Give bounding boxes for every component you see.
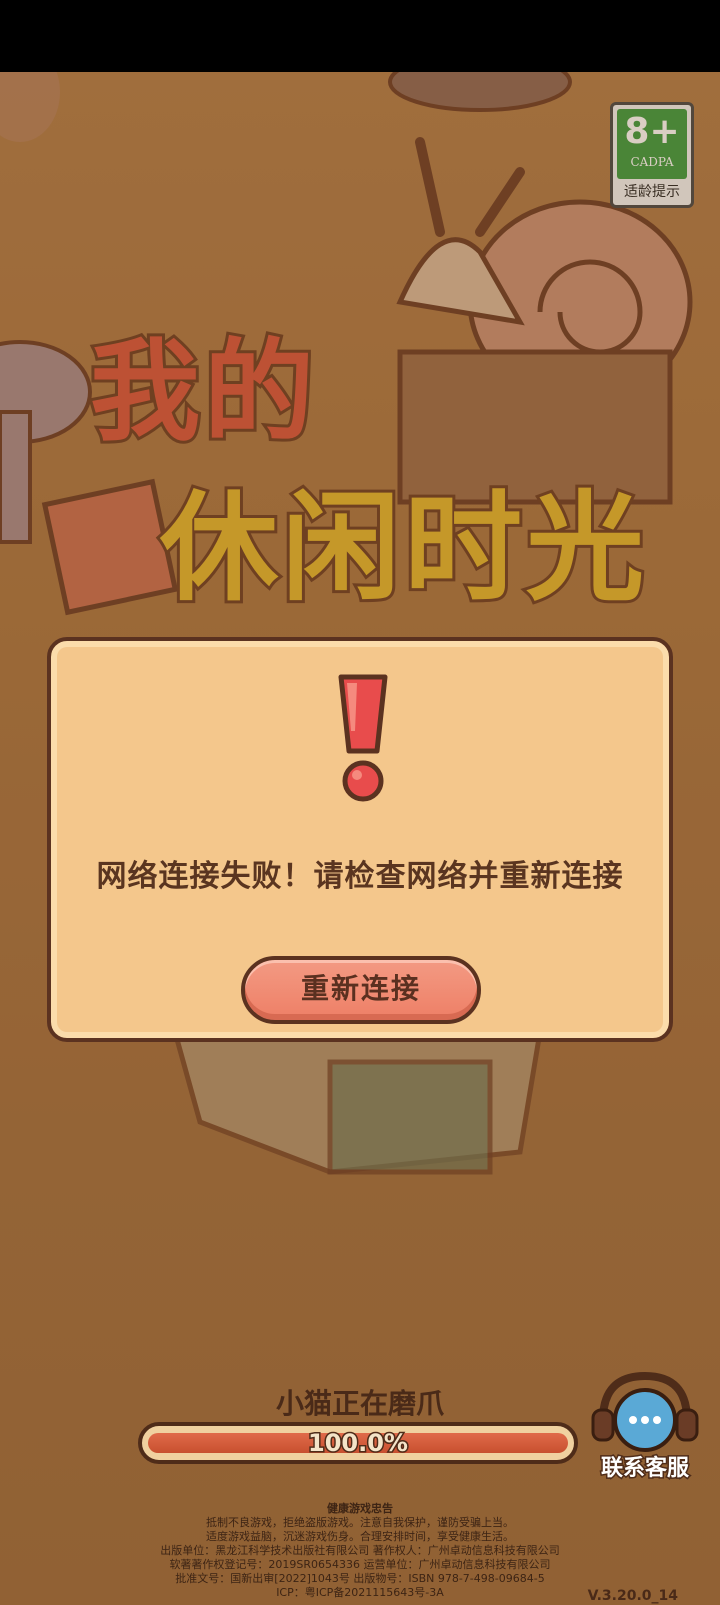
progress-text: 100.0% [307, 1428, 410, 1459]
footer-line: 批准文号：国新出审[2022]1043号 出版物号：ISBN 978-7-498… [175, 1572, 545, 1585]
contact-support-button[interactable]: 联系客服 [585, 1368, 705, 1488]
progress-bar: 100.0% [138, 1422, 578, 1464]
headset-chat-icon [591, 1371, 699, 1452]
reconnect-button[interactable]: 重新连接 [241, 956, 481, 1024]
game-screen: 我的 休闲时光 8+ CADPA 适龄提示 网络连接失败！请检查网络并重新连接 … [0, 72, 720, 1605]
footer-line: 软著著作权登记号：2019SR0654336 运营单位：广州卓动信息科技有限公司 [169, 1558, 551, 1571]
footer-line: 抵制不良游戏，拒绝盗版游戏。注意自我保护，谨防受骗上当。 [206, 1516, 514, 1529]
network-error-dialog: 网络连接失败！请检查网络并重新连接 重新连接 [47, 637, 673, 1042]
contact-support-label: 联系客服 [599, 1455, 690, 1483]
error-message: 网络连接失败！请检查网络并重新连接 [96, 859, 624, 894]
health-notice-heading: 健康游戏忠告 [327, 1502, 393, 1515]
footer-notice: 健康游戏忠告 抵制不良游戏，拒绝盗版游戏。注意自我保护，谨防受骗上当。 适度游戏… [0, 1502, 720, 1600]
version-label: V.3.20.0_14 [587, 1588, 678, 1604]
warning-exclamation-icon [338, 674, 388, 802]
footer-line: 适度游戏益脑，沉迷游戏伤身。合理安排时间，享受健康生活。 [206, 1530, 514, 1543]
footer-line: 出版单位：黑龙江科学技术出版社有限公司 著作权人：广州卓动信息科技有限公司 [160, 1544, 560, 1557]
